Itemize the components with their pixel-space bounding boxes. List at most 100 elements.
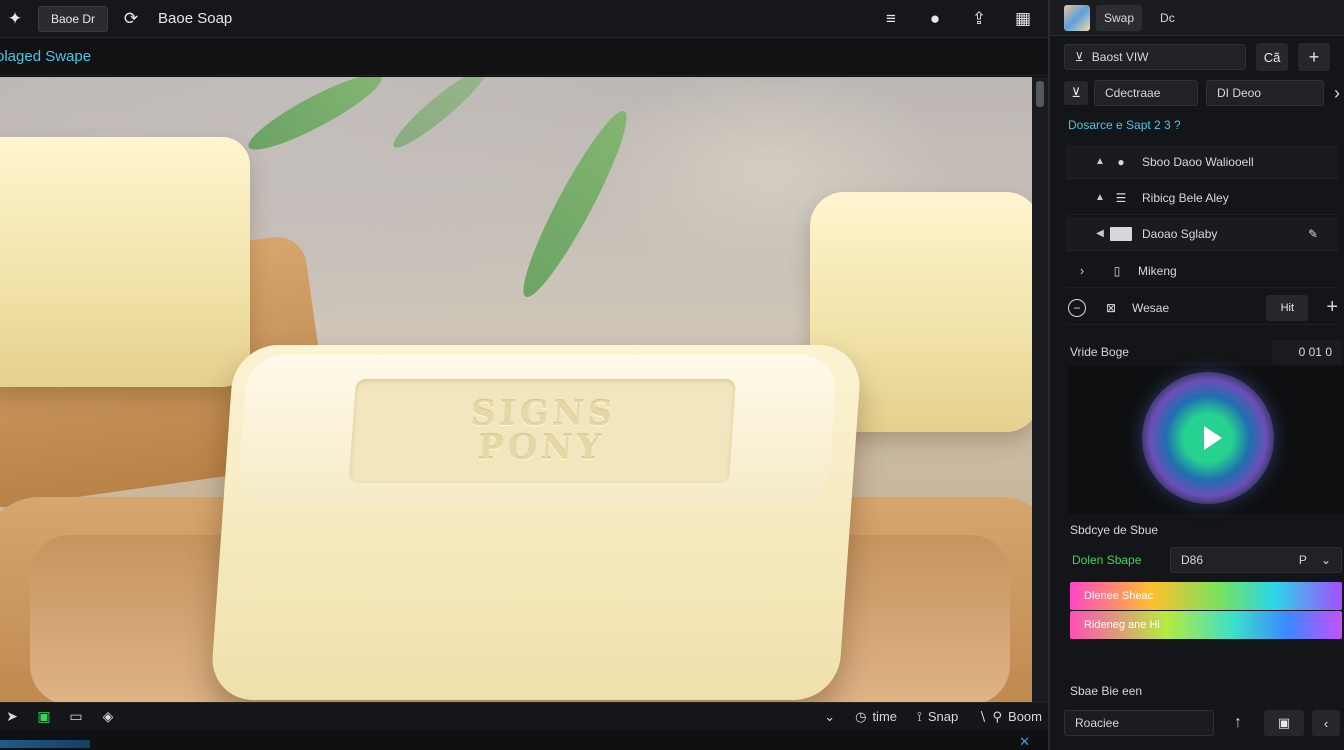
image-canvas[interactable]: SIGNS PONY	[0, 77, 1032, 702]
layers-icon[interactable]: ▣	[34, 707, 54, 727]
mask-icon: ⊠	[1105, 300, 1117, 315]
footer-row: Roaciee ↑ ▣ ‹	[1050, 708, 1344, 738]
soap-bar-left	[0, 137, 250, 387]
add-layer-button[interactable]: +	[1326, 296, 1338, 319]
preview-value: 0 01 0	[1272, 340, 1342, 364]
emboss-line-2: PONY	[476, 428, 606, 468]
layer-item[interactable]: ▲ ☰ Ribicg Bele Aley	[1066, 181, 1338, 215]
asset-thumbnail[interactable]	[1064, 4, 1090, 31]
soap-bar-main: SIGNS PONY	[209, 345, 863, 700]
layer-label: Ribicg Bele Aley	[1142, 190, 1229, 205]
zoom-control[interactable]: ∖ ⚲ Boom	[978, 709, 1042, 725]
footer-field[interactable]: Roaciee	[1064, 710, 1214, 736]
search-field[interactable]: ⊻ Baost VIW	[1064, 44, 1246, 70]
time-label: time	[872, 709, 897, 724]
select-right[interactable]: DI Deoo	[1206, 80, 1324, 106]
filter-toggle-icon[interactable]: ⊻	[1064, 81, 1088, 105]
shape-icon[interactable]: ◈	[98, 707, 118, 727]
layer-label: Sboo Daoo Waliooell	[1142, 154, 1254, 169]
image-layer-icon	[1110, 226, 1132, 241]
sync-icon[interactable]: ⟳	[118, 6, 144, 32]
gradient-bar-2[interactable]: Rideneg ane Hi	[1070, 611, 1342, 639]
color-value: D86	[1181, 553, 1204, 567]
resource-section-title: Dosarce e Sapt 2 3 ?	[1068, 118, 1181, 132]
image-icon[interactable]: ▭	[66, 707, 86, 727]
chevron-down-icon[interactable]: ⌄	[1321, 553, 1331, 567]
canvas-header: olaged Swape	[0, 38, 1048, 76]
caret-icon[interactable]: ›	[1072, 263, 1092, 278]
zoom-label: Boom	[1008, 709, 1042, 724]
chevron-down-icon[interactable]: ⌄	[824, 709, 835, 725]
color-picker-button[interactable]: P	[1299, 553, 1307, 567]
snap-label: Snap	[927, 709, 959, 724]
footer-section-title: Sbae Bie een	[1070, 684, 1143, 698]
leaf-shape	[241, 77, 389, 161]
soap-emboss: SIGNS PONY	[348, 379, 737, 483]
layer-label: Mikeng	[1138, 263, 1177, 278]
top-toolbar: ✦ Baoe Dr ⟳ Baoe Soap ≡ ● ⇪ ▦	[0, 0, 1048, 38]
search-row: ⊻ Baost VIW Cã +	[1050, 40, 1344, 74]
back-icon[interactable]: ‹	[1312, 710, 1340, 736]
filter-icon: ⊻	[1075, 50, 1084, 64]
search-value: Baost VIW	[1091, 50, 1149, 64]
preview-orb[interactable]	[1142, 372, 1274, 504]
timeline-accent	[0, 740, 90, 748]
layer-item-selected[interactable]: ◀ Daoao Sglaby ✎	[1066, 217, 1338, 251]
pin-icon[interactable]: ●	[922, 6, 948, 32]
caret-icon[interactable]: ▲	[1090, 156, 1110, 167]
layer-item[interactable]: − ⊠ Wesae Hit +	[1066, 291, 1338, 325]
caret-icon[interactable]: ◀	[1090, 228, 1110, 239]
status-bar: ➤ ▣ ▭ ◈ ⌄ ◷ time ⟟ Snap ∖ ⚲ Boom	[0, 702, 1048, 730]
preview-title: Vride Boge	[1070, 345, 1129, 359]
file-button[interactable]: Baoe Dr	[38, 5, 109, 32]
scrollbar-thumb[interactable]	[1036, 81, 1044, 107]
soap-top-face: SIGNS PONY	[237, 355, 838, 505]
minus-circle-icon[interactable]: −	[1068, 298, 1086, 317]
color-section-title: Sbdcye de Sbue	[1070, 523, 1159, 537]
arrow-up-icon[interactable]: ↑	[1234, 714, 1242, 732]
canvas-title: olaged Swape	[0, 48, 92, 65]
snap-control[interactable]: ⟟ Snap	[917, 709, 958, 725]
dc-tab[interactable]: Dc	[1160, 11, 1175, 25]
color-row: Dolen Sbape D86 P ⌄	[1050, 546, 1344, 574]
close-icon[interactable]: ✕	[1019, 734, 1030, 750]
right-panel: Swap Dc ⊻ Baost VIW Cã + ⊻ Cdectraae DI …	[1048, 0, 1344, 750]
clock-icon: ◷	[855, 708, 867, 724]
color-field[interactable]: D86 P ⌄	[1170, 547, 1342, 573]
canvas-scrollbar[interactable]	[1032, 77, 1048, 702]
leaf-shape	[386, 77, 494, 155]
layer-label: Daoao Sglaby	[1142, 226, 1218, 241]
bell-icon: ●	[1117, 154, 1125, 169]
search-button[interactable]: Cã	[1256, 43, 1288, 71]
grid-icon[interactable]: ▦	[1010, 6, 1036, 32]
caret-icon[interactable]: ▲	[1090, 192, 1110, 203]
upload-icon[interactable]: ⇪	[966, 6, 992, 32]
zoom-icon: ⚲	[992, 708, 1003, 724]
menu-icon[interactable]: ≡	[878, 6, 904, 32]
leaf-shape	[510, 103, 640, 305]
cursor-icon[interactable]: ➤	[2, 707, 22, 727]
slash-icon: ∖	[978, 708, 987, 724]
layer-item[interactable]: ▲ ● Sboo Daoo Waliooell	[1066, 145, 1338, 179]
sparkle-icon[interactable]: ✦	[2, 6, 28, 32]
gradient-bar-1[interactable]: Dlenee Sheac	[1070, 582, 1342, 610]
select-left[interactable]: Cdectraae	[1094, 80, 1198, 106]
swap-tab[interactable]: Swap	[1096, 4, 1143, 31]
add-button[interactable]: +	[1298, 43, 1330, 71]
layer-item[interactable]: › ▯ Mikeng	[1066, 254, 1338, 288]
preview-area	[1068, 366, 1344, 514]
color-label: Dolen Sbape	[1072, 553, 1142, 567]
list-icon: ☰	[1115, 190, 1127, 205]
timeline-strip: ✕	[0, 730, 1048, 750]
edit-icon[interactable]: ✎	[1308, 227, 1318, 241]
play-icon[interactable]	[1204, 426, 1222, 450]
magnet-icon: ⟟	[917, 708, 922, 724]
layer-label: Wesae	[1132, 300, 1170, 315]
chevron-right-icon[interactable]: ›	[1334, 83, 1340, 104]
select-row: ⊻ Cdectraae DI Deoo ›	[1050, 78, 1344, 108]
frame-icon: ▯	[1113, 263, 1121, 278]
document-title: Baoe Soap	[158, 10, 233, 27]
image-icon[interactable]: ▣	[1264, 710, 1304, 736]
hit-button[interactable]: Hit	[1266, 294, 1309, 321]
time-control[interactable]: ◷ time	[855, 709, 897, 725]
